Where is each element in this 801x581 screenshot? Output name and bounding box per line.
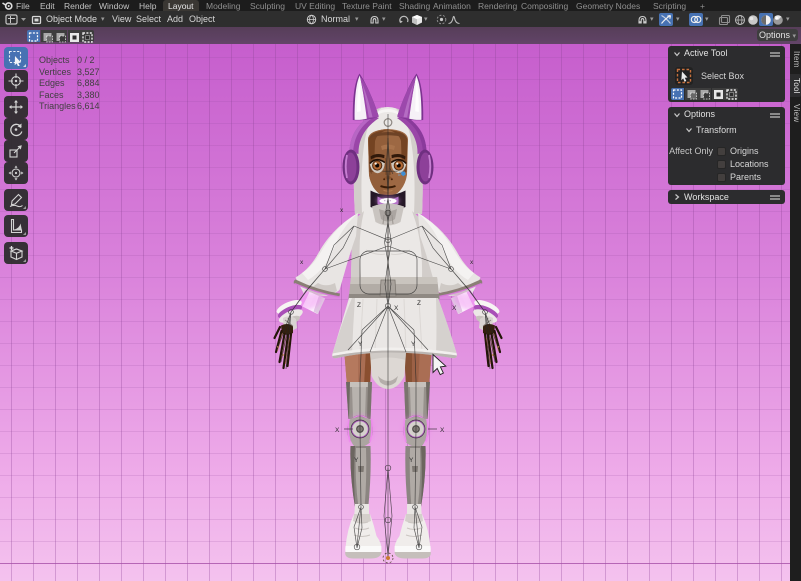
svg-text:X: X [440, 427, 445, 434]
svg-text:X: X [335, 427, 340, 434]
svg-text:Y: Y [409, 457, 414, 464]
svg-text:Y: Y [411, 341, 416, 348]
svg-text:X: X [394, 305, 399, 312]
svg-text:Y: Y [354, 457, 359, 464]
svg-text:Z: Z [417, 300, 421, 307]
svg-text:X: X [452, 305, 457, 312]
svg-text:Z: Z [357, 302, 361, 309]
svg-text:Y: Y [358, 341, 363, 348]
